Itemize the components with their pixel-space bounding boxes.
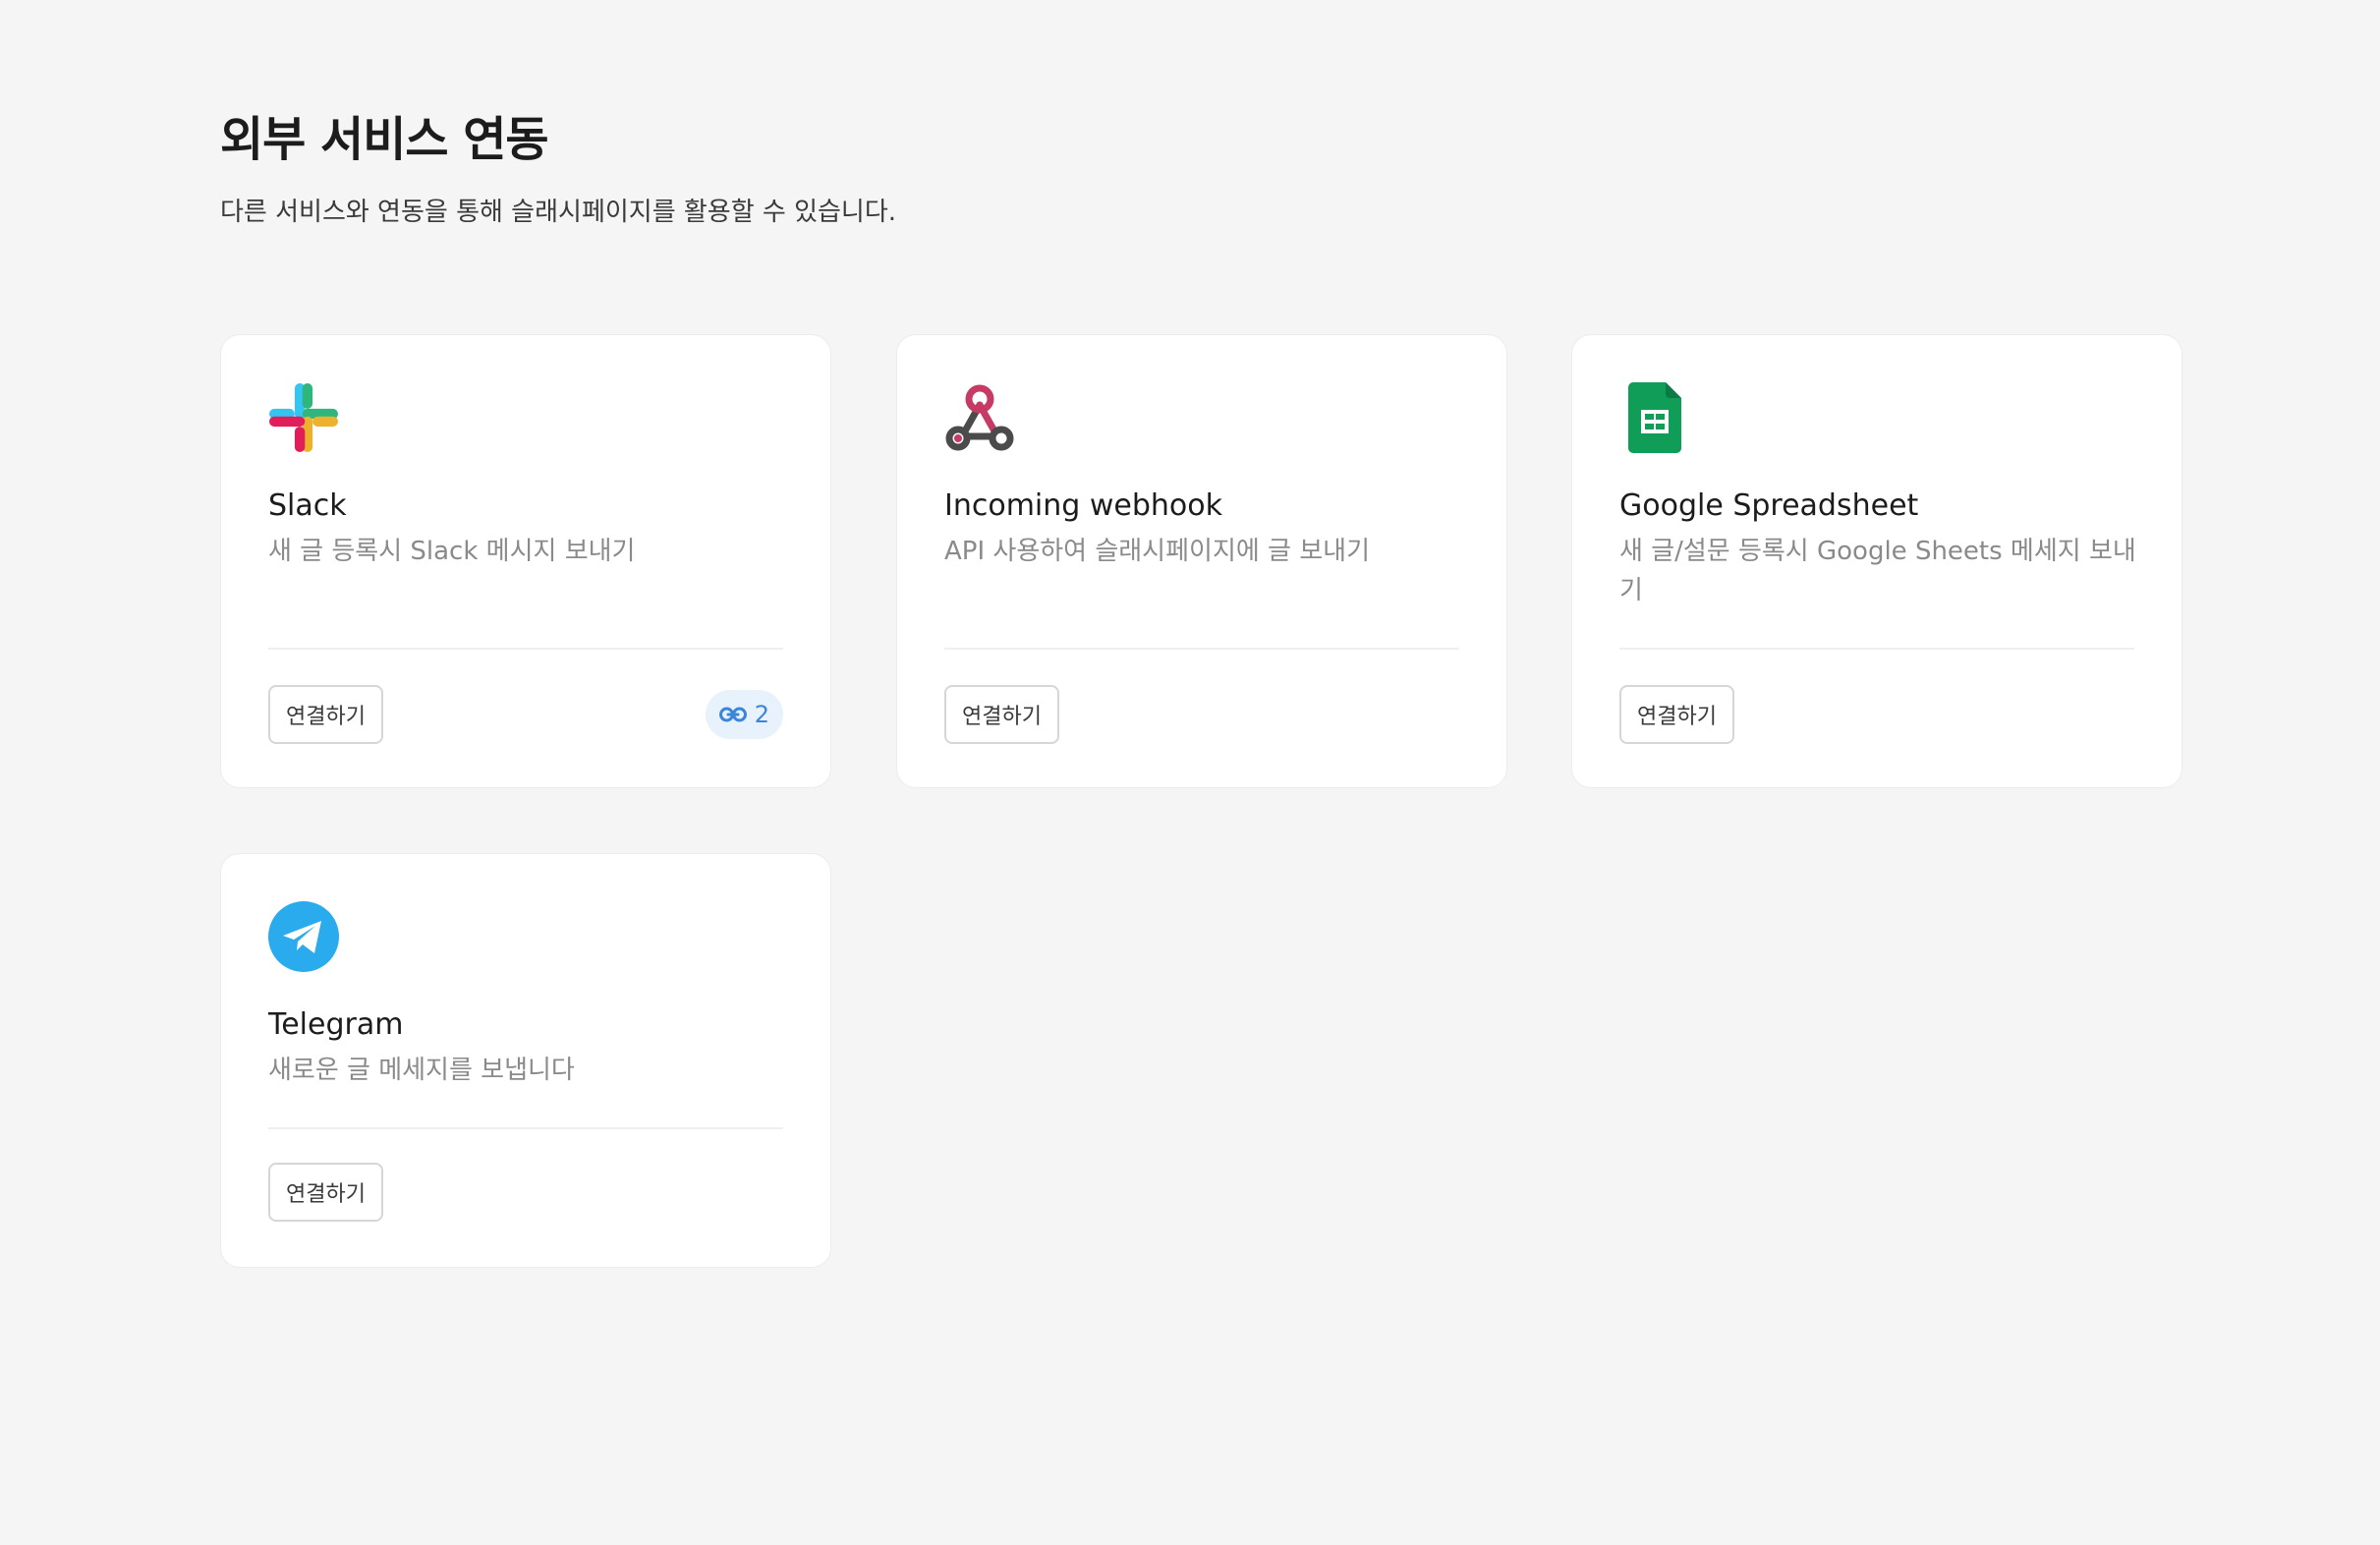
integration-description: 새 글/설문 등록시 Google Sheets 메세지 보내기 [1619,537,2136,605]
connect-button[interactable]: 연결하기 [268,685,383,744]
integration-card-telegram: Telegram 새로운 글 메세지를 보냅니다 연결하기 [220,853,831,1268]
connect-button[interactable]: 연결하기 [268,1163,383,1222]
connect-button[interactable]: 연결하기 [944,685,1059,744]
integration-name: Google Spreadsheet [1619,488,1919,523]
integrations-page: 외부 서비스 연동 다른 서비스와 연동을 통해 슬래시페이지를 활용할 수 있… [220,106,2185,1268]
slack-logo-icon [268,382,339,453]
integration-card-google-sheets: Google Spreadsheet 새 글/설문 등록시 Google She… [1571,334,2182,788]
connect-button[interactable]: 연결하기 [1619,685,1734,744]
page-title: 외부 서비스 연동 [220,112,549,167]
google-sheets-logo-icon [1619,382,1690,453]
link-icon [718,707,747,722]
integration-name: Telegram [268,1007,404,1042]
page-subtitle: 다른 서비스와 연동을 통해 슬래시페이지를 활용할 수 있습니다. [220,198,897,227]
integration-description: 새로운 글 메세지를 보냅니다 [268,1056,575,1085]
integration-card-webhook: Incoming webhook API 사용하여 슬래시페이지에 글 보내기 … [896,334,1507,788]
card-divider [268,1127,783,1129]
webhook-logo-icon [944,382,1015,453]
integration-card-slack: Slack 새 글 등록시 Slack 메시지 보내기 연결하기 2 [220,334,831,788]
connection-count-badge[interactable]: 2 [705,690,783,739]
telegram-logo-icon [268,901,339,972]
integration-name: Slack [268,488,347,523]
card-divider [1619,648,2134,650]
connection-count: 2 [754,701,769,728]
integration-description: 새 글 등록시 Slack 메시지 보내기 [268,537,636,566]
integration-description: API 사용하여 슬래시페이지에 글 보내기 [944,537,1370,566]
card-divider [944,648,1459,650]
integration-name: Incoming webhook [944,488,1222,523]
card-divider [268,648,783,650]
